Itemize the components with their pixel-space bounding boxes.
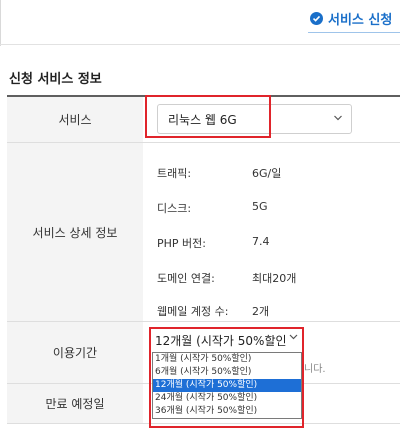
row-service-detail: 서비스 상세 정보 트래픽: 6G/일 디스크: 5G PHP 버전: 7.4 … (7, 143, 400, 322)
detail-value: 2개 (252, 305, 270, 318)
apply-underline (308, 32, 400, 33)
detail-key: PHP 버전: (157, 237, 206, 250)
top-divider (0, 44, 400, 45)
detail-key: 디스크: (157, 202, 192, 215)
check-circle-icon (310, 11, 323, 25)
section-title: 신청 서비스 정보 (9, 72, 102, 87)
service-label: 서비스 (7, 97, 143, 142)
period-label: 이용기간 (7, 322, 143, 383)
detail-key: 도메인 연결: (157, 272, 215, 285)
detail-value: 최대20개 (252, 272, 297, 285)
period-note: 니다. (304, 364, 326, 375)
chevron-down-icon (333, 114, 343, 125)
apply-service-label: 서비스 신청 (328, 12, 393, 28)
highlight-period-dropdown (149, 327, 304, 428)
detail-value: 5G (252, 200, 268, 213)
highlight-service-select (145, 95, 271, 138)
detail-value: 6G/일 (252, 167, 282, 180)
expiry-label: 만료 예정일 (7, 384, 143, 423)
detail-value: 7.4 (252, 235, 270, 248)
detail-key: 웹메일 계정 수: (157, 305, 229, 318)
service-detail-label: 서비스 상세 정보 (7, 143, 143, 321)
apply-service-button[interactable]: 서비스 신청 (308, 6, 400, 33)
detail-key: 트래픽: (157, 167, 192, 180)
